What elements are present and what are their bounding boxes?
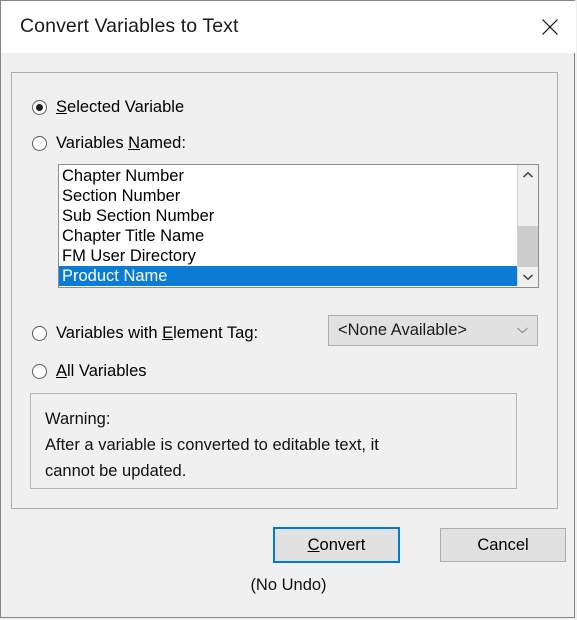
cancel-button-label: Cancel — [477, 535, 529, 554]
radio-mark-element-tag — [32, 325, 47, 341]
convert-variables-to-text-dialog: Convert Variables to Text Selected Varia… — [0, 0, 576, 618]
radio-label-prefix: Variables — [56, 134, 129, 152]
radio-all-variables[interactable]: All Variables — [32, 363, 147, 380]
radio-variables-with-element-tag[interactable]: Variables with Element Tag: — [32, 325, 258, 342]
list-item[interactable]: Sub Section Number — [59, 206, 517, 226]
mnemonic-letter: N — [128, 134, 141, 152]
list-item[interactable]: FM User Directory — [59, 246, 517, 266]
list-item-selected[interactable]: Product Name — [59, 266, 517, 286]
close-icon — [528, 18, 572, 36]
radio-label-rest: amed: — [140, 134, 186, 152]
warning-line-1: After a variable is converted to editabl… — [45, 436, 379, 454]
mnemonic-letter: A — [56, 362, 68, 380]
radio-label-rest: lement Tag: — [173, 324, 259, 342]
element-tag-dropdown[interactable]: <None Available> — [328, 315, 538, 346]
convert-button-label: Convert — [308, 536, 366, 555]
radio-label-all-variables: All Variables — [56, 363, 147, 380]
radio-label-rest: elected Variable — [67, 98, 185, 116]
radio-mark-all-variables — [32, 363, 47, 379]
scroll-up-button[interactable] — [518, 165, 538, 185]
radio-variables-named[interactable]: Variables Named: — [32, 135, 186, 152]
warning-heading: Warning: — [45, 410, 111, 428]
warning-line-2: cannot be updated. — [45, 462, 187, 480]
no-undo-note: (No Undo) — [250, 576, 327, 594]
radio-label-element-tag: Variables with Element Tag: — [56, 325, 258, 342]
radio-label-selected-variable: Selected Variable — [56, 99, 184, 116]
chevron-up-icon — [522, 166, 534, 184]
convert-button-label-rest: onvert — [319, 535, 366, 554]
variables-list-items: Chapter Number Section Number Sub Sectio… — [59, 166, 517, 286]
mnemonic-letter: C — [307, 535, 320, 554]
radio-selected-variable[interactable]: Selected Variable — [32, 99, 184, 116]
list-item[interactable]: Chapter Title Name — [59, 226, 517, 246]
cancel-button[interactable]: Cancel — [440, 528, 566, 562]
element-tag-selected-value: <None Available> — [338, 321, 468, 339]
close-button[interactable] — [528, 5, 572, 49]
chevron-down-icon — [516, 316, 529, 345]
scroll-down-button[interactable] — [518, 267, 538, 287]
radio-label-rest: ll Variables — [67, 362, 147, 380]
chevron-down-icon — [522, 268, 534, 286]
dialog-title: Convert Variables to Text — [20, 15, 239, 37]
list-item[interactable]: Section Number — [59, 186, 517, 206]
variables-listbox[interactable]: Chapter Number Section Number Sub Sectio… — [58, 164, 539, 288]
mnemonic-letter: S — [56, 98, 68, 116]
list-item[interactable]: Chapter Number — [59, 166, 517, 186]
dialog-titlebar: Convert Variables to Text — [1, 1, 576, 53]
scrollbar-thumb[interactable] — [518, 226, 538, 267]
listbox-scrollbar[interactable] — [517, 165, 538, 287]
convert-button[interactable]: Convert — [273, 527, 400, 563]
radio-label-variables-named: Variables Named: — [56, 135, 186, 152]
warning-box: Warning: After a variable is converted t… — [30, 393, 517, 489]
radio-mark-selected-variable — [32, 99, 47, 115]
radio-mark-variables-named — [32, 135, 47, 151]
radio-label-prefix: Variables with — [56, 324, 163, 342]
mnemonic-letter: E — [162, 324, 174, 342]
